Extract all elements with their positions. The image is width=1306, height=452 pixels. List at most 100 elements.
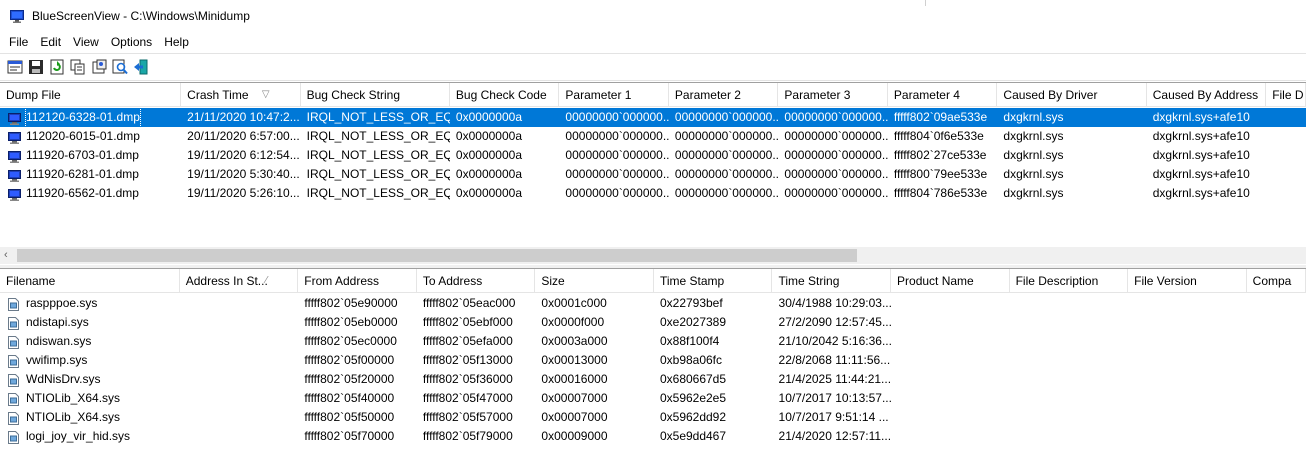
crash-list[interactable]: Dump File Crash Time ▽ Bug Check String Bug … (0, 82, 1306, 265)
driver-col-time-stamp[interactable]: Time Stamp (654, 269, 773, 293)
copy-icon[interactable] (67, 57, 88, 78)
table-cell: dxgkrnl.sys (1003, 129, 1064, 143)
horizontal-scrollbar[interactable]: ‹ (0, 247, 1306, 264)
exit-icon[interactable] (130, 57, 151, 78)
column-header-label: Parameter 2 (674, 88, 741, 102)
crash-col-dump-file[interactable]: Dump File (0, 83, 182, 107)
crash-col-file-d[interactable]: File D (1266, 83, 1306, 107)
table-cell: NTIOLib_X64.sys (0, 389, 180, 408)
table-cell: fffff802`05f79000 (422, 429, 513, 443)
find-icon[interactable] (109, 57, 130, 78)
table-row[interactable]: 112120-6328-01.dmp 21/11/2020 10:47:2... I… (0, 108, 1306, 127)
table-cell: dxgkrnl.sys+afe10 (1152, 129, 1250, 143)
table-cell: fffff802`05f57000 (422, 410, 513, 424)
table-cell: ndiswan.sys (0, 332, 180, 351)
table-cell: fffff802`05f50000 (304, 410, 395, 424)
table-row[interactable]: vwifimp.sys fffff802`05f00000 fffff802`05f… (0, 351, 1306, 370)
table-cell: fffff804`786e533e (893, 186, 988, 200)
dump-file-icon (8, 112, 21, 125)
table-cell: 0x0000000a (455, 129, 522, 143)
table-row[interactable]: ndistapi.sys fffff802`05eb0000 fffff802`05… (0, 313, 1306, 332)
table-cell (180, 408, 299, 427)
table-cell: 0x00007000 (541, 410, 608, 424)
scroll-thumb[interactable] (17, 249, 857, 262)
table-cell (891, 427, 1010, 446)
scroll-left-arrow-icon[interactable]: ‹ (4, 249, 8, 261)
crash-col-bug-check-string[interactable]: Bug Check String (301, 83, 450, 107)
driver-file-icon (8, 297, 21, 311)
save-icon[interactable] (25, 57, 46, 78)
table-cell: fffff802`05efa000 (422, 334, 513, 348)
column-header-label: Parameter 4 (893, 88, 960, 102)
table-cell (180, 294, 299, 313)
driver-col-to-address[interactable]: To Address (417, 269, 536, 293)
driver-col-time-string[interactable]: Time String (772, 269, 892, 293)
driver-col-size[interactable]: Size (535, 269, 654, 293)
menu-view[interactable]: View (67, 32, 105, 53)
menu-file[interactable]: File (3, 32, 34, 53)
driver-col-file-version[interactable]: File Version (1128, 269, 1247, 293)
table-row[interactable]: ndiswan.sys fffff802`05ec0000 fffff802`05e… (0, 332, 1306, 351)
driver-col-address-in-st[interactable]: Address In St... ⁄ (180, 269, 299, 293)
table-cell: 0x0000000a (455, 167, 522, 181)
driver-list[interactable]: Filename Address In St... ⁄ From Address To … (0, 268, 1306, 452)
driver-col-compa[interactable]: Compa (1247, 269, 1306, 293)
window-title: BlueScreenView - C:\Windows\Minidump (32, 9, 250, 23)
file-name: 111920-6703-01.dmp (26, 148, 139, 162)
table-row[interactable]: logi_joy_vir_hid.sys fffff802`05f70000 fff… (0, 427, 1306, 446)
properties-icon[interactable] (4, 57, 25, 78)
table-cell: 0x88f100f4 (659, 334, 720, 348)
refresh-icon[interactable] (46, 57, 67, 78)
menu-help[interactable]: Help (158, 32, 195, 53)
dump-file-icon (8, 188, 21, 201)
driver-col-filename[interactable]: Filename (0, 269, 180, 293)
table-cell: 00000000`000000... (784, 129, 888, 143)
table-row[interactable]: NTIOLib_X64.sys fffff802`05f50000 fffff802… (0, 408, 1306, 427)
table-cell: 00000000`000000... (565, 186, 669, 200)
crash-col-crash-time[interactable]: Crash Time ▽ (181, 83, 301, 107)
table-cell (180, 370, 299, 389)
table-row[interactable]: 111920-6281-01.dmp 19/11/2020 5:30:40... I… (0, 165, 1306, 184)
table-cell: 00000000`000000... (784, 186, 888, 200)
driver-file-icon (8, 316, 21, 330)
table-row[interactable]: 112020-6015-01.dmp 20/11/2020 6:57:00... I… (0, 127, 1306, 146)
table-row[interactable]: 111920-6562-01.dmp 19/11/2020 5:26:10... I… (0, 184, 1306, 203)
table-cell: IRQL_NOT_LESS_OR_EQ... (306, 148, 450, 162)
table-cell (1010, 351, 1129, 370)
table-cell (1128, 351, 1247, 370)
table-cell (1247, 408, 1306, 427)
driver-col-product-name[interactable]: Product Name (891, 269, 1010, 293)
driver-file-icon (8, 430, 21, 444)
table-cell (891, 332, 1010, 351)
table-cell: fffff802`27ce533e (893, 148, 987, 162)
table-cell: 00000000`000000... (784, 148, 888, 162)
html-report-icon[interactable] (88, 57, 109, 78)
driver-col-file-description[interactable]: File Description (1010, 269, 1129, 293)
file-name: WdNisDrv.sys (26, 372, 101, 386)
crash-col-parameter-3[interactable]: Parameter 3 (778, 83, 888, 107)
table-cell: fffff800`79ee533e (893, 167, 988, 181)
column-header-label: To Address (422, 274, 483, 288)
driver-col-from-address[interactable]: From Address (298, 269, 417, 293)
table-cell: 19/11/2020 6:12:54... (187, 148, 300, 162)
table-cell: 0x0003a000 (541, 334, 608, 348)
table-cell: 0x0000000a (455, 148, 522, 162)
table-cell: 27/2/2090 12:57:45... (778, 315, 892, 329)
table-cell: fffff802`05f00000 (304, 353, 395, 367)
table-row[interactable]: NTIOLib_X64.sys fffff802`05f40000 fffff802… (0, 389, 1306, 408)
crash-col-bug-check-code[interactable]: Bug Check Code (450, 83, 560, 107)
table-cell (1010, 370, 1129, 389)
table-row[interactable]: WdNisDrv.sys fffff802`05f20000 fffff802`05… (0, 370, 1306, 389)
menu-edit[interactable]: Edit (34, 32, 67, 53)
crash-col-parameter-2[interactable]: Parameter 2 (669, 83, 779, 107)
driver-file-icon (8, 411, 21, 425)
crash-col-caused-by-address[interactable]: Caused By Address (1147, 83, 1267, 107)
column-header-label: Bug Check Code (455, 88, 547, 102)
column-header-label: File Version (1134, 274, 1197, 288)
crash-col-parameter-4[interactable]: Parameter 4 (888, 83, 998, 107)
menu-options[interactable]: Options (105, 32, 158, 53)
table-row[interactable]: raspppoe.sys fffff802`05e90000 fffff802`05… (0, 294, 1306, 313)
table-row[interactable]: 111920-6703-01.dmp 19/11/2020 6:12:54... I… (0, 146, 1306, 165)
crash-col-caused-by-driver[interactable]: Caused By Driver (997, 83, 1147, 107)
crash-col-parameter-1[interactable]: Parameter 1 (559, 83, 669, 107)
